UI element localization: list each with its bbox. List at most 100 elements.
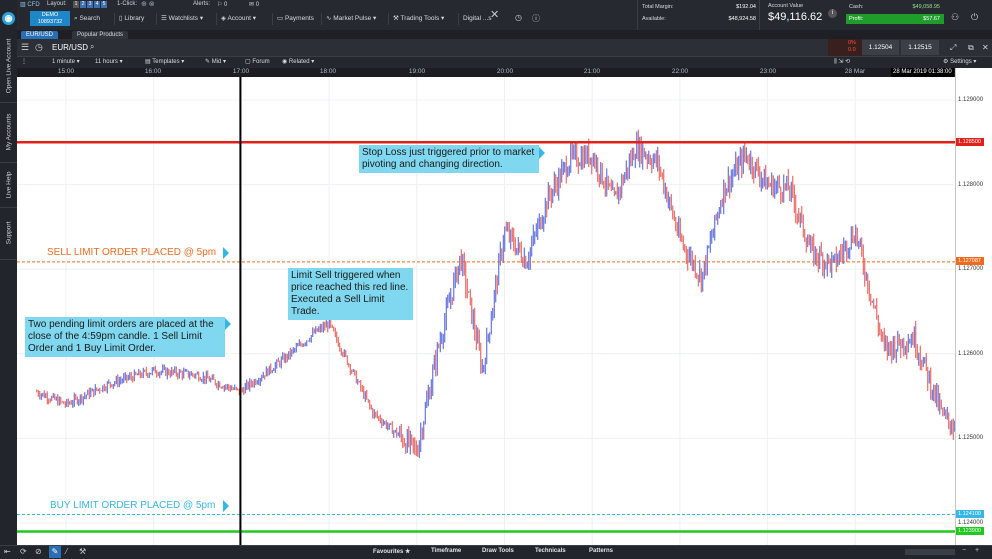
side-tab-open-live-account[interactable]: Open Live Account [0,30,17,103]
nav-payments[interactable]: ▭ Payments [272,13,314,25]
alerts-count-a[interactable]: ⚐ 0 [217,1,227,8]
templates-icon: ▤ [145,59,151,65]
cash-panel: Cash: $49,058.95 Profit: $57.67 [845,0,944,30]
layout-1[interactable]: 1 [73,1,79,8]
layout-4[interactable]: 4 [94,1,100,8]
side-tab-support[interactable]: Support [0,207,17,260]
detach-icon[interactable]: ⧉ [968,43,974,53]
toggle-icons[interactable]: ⊕ ⊗ [141,0,155,8]
user-icon[interactable]: ◉ [2,12,15,25]
nav-market-pulse[interactable]: ∿ Market Pulse ▾ [321,13,376,25]
menu-icon[interactable]: ☰ [21,42,29,53]
annotation-limit-sell: Limit Sell triggered when price reached … [288,268,413,320]
price-tick: 1.126000 [958,351,984,357]
search-icon[interactable]: ⌕ [90,42,94,52]
side-tab-label: Support [5,221,12,245]
price-type-select[interactable]: ✎ Mid ▾ [205,58,226,67]
tabs-row: EUR/USD Popular Products [17,30,992,39]
alerts-count-value: 0 [224,2,228,8]
price-tick: 1.129000 [958,97,984,103]
eye-icon: ◉ [282,59,288,65]
nav-label: Digital ...s [463,15,492,22]
side-tab-my-accounts[interactable]: My Accounts [0,102,17,163]
power-icon[interactable]: ⏻ [971,12,978,23]
zoom-out-icon[interactable]: − [962,547,966,554]
zoom-in-icon[interactable]: + [975,547,979,554]
nav-digital[interactable]: Digital ...s [458,13,492,25]
time-tick: 22:00 [671,68,689,75]
refresh-icon[interactable]: ⟳ [20,547,27,556]
symbol-label[interactable]: EUR/USD [52,43,88,52]
time-tick: 15:00 [57,68,75,75]
forum-button[interactable]: ▢ Forum [245,58,270,67]
chart-icons[interactable]: ⫼ ⇲ ⟲ [834,58,850,67]
layout-5[interactable]: 5 [101,1,107,8]
tab-popular-products[interactable]: Popular Products [72,31,129,39]
grip-icon: ⋮ [21,59,27,65]
chat-icon: ▢ [245,59,251,65]
time-tick: 21:00 [583,68,601,75]
clock-icon[interactable]: ◷ [515,13,522,22]
bid-price[interactable]: 1.12504 [862,40,899,55]
tab-eurusd[interactable]: EUR/USD [21,31,59,39]
nav-search[interactable]: ⌕ Search [74,13,100,25]
nav-watchlists[interactable]: ☰ Watchlists ▾ [156,13,203,25]
price-tick: 1.125000 [958,435,984,441]
top-bar: ▥ CFD Layout: 1 2 3 4 5 1-Click: ⊕ ⊗ Ale… [17,0,992,31]
margin-panel: Total Margin: $192.04 Available: $48,924… [637,0,760,30]
forum-label: Forum [252,59,270,65]
annotation-stop-loss: Stop Loss just triggered prior to market… [359,145,539,173]
stop-loss-price-tag: 1.128500 [956,138,984,146]
related-button[interactable]: ◉ Related ▾ [282,58,314,67]
span-select[interactable]: 11 hours ▾ [95,58,123,67]
tab-draw-tools[interactable]: Draw Tools [482,548,514,554]
expand-icon[interactable]: ⤢ [950,43,956,53]
pencil-icon: ✎ [205,59,211,65]
time-tick: 20:00 [496,68,514,75]
price-tick: 1.124000 [958,520,984,526]
sell-limit-label: SELL LIMIT ORDER PLACED @ 5pm [47,247,217,258]
side-tab-label: My Accounts [5,113,12,151]
tools-icon[interactable]: ⚒ [79,547,86,556]
info-icon[interactable]: i [828,9,837,18]
block-icon[interactable]: ⊘ [35,547,42,556]
tab-technicals[interactable]: Technicals [535,548,566,554]
price-axis: 1.129000 1.128000 1.127000 1.126000 1.12… [955,68,992,545]
nav-account[interactable]: ◈ Account ▾ [216,13,256,25]
settings-label: Settings [950,59,972,65]
nav-trading-tools[interactable]: ⚒ Trading Tools ▾ [388,13,444,25]
close-icon[interactable]: ✕ [982,43,989,52]
tab-patterns[interactable]: Patterns [589,548,613,554]
tools-icon: ⚒ [393,15,399,22]
time-tick: 19:00 [408,68,426,75]
interval-select[interactable]: 1 minute ▾ [52,58,80,67]
help-icon[interactable]: ⓘ [532,13,540,24]
nav-library[interactable]: ▯ Library [114,13,144,25]
user-icon[interactable]: ⚇ [951,12,959,23]
side-tab-live-help[interactable]: Live Help [0,162,17,208]
star-icon: ★ [405,549,411,555]
time-tick: 23:00 [759,68,777,75]
settings-button[interactable]: ⚙ Settings ▾ [943,58,976,67]
clock-icon[interactable]: ◷ [35,42,43,53]
nav-label: Payments [284,15,314,22]
draw-icon[interactable]: ⁄ [66,547,67,556]
close-icon[interactable]: ✕ [490,8,499,21]
chart-plot[interactable]: Stop Loss just triggered prior to market… [17,77,955,545]
collapse-icon[interactable]: ⇤ [4,547,11,556]
change-box: 0% 0.0 [828,39,862,56]
annotation-arrow [225,318,231,330]
scrollbar[interactable] [905,549,955,555]
pencil-icon[interactable]: ✎ [49,546,61,558]
alerts-count-b[interactable]: ✉ 0 [249,1,259,8]
time-axis: 15:00 16:00 17:00 18:00 19:00 20:00 21:0… [17,68,955,77]
ask-price[interactable]: 1.12515 [901,40,939,55]
account-badge[interactable]: DEMO 10893732 [30,11,70,26]
interval-value: 1 minute [52,59,76,65]
layout-2[interactable]: 2 [80,1,86,8]
cash-value: $49,058.95 [912,4,940,10]
tab-timeframe[interactable]: Timeframe [431,548,461,554]
templates-button[interactable]: ▤ Templates ▾ [145,58,184,67]
layout-3[interactable]: 3 [87,1,93,8]
tab-favourites[interactable]: Favourites ★ [373,548,410,555]
